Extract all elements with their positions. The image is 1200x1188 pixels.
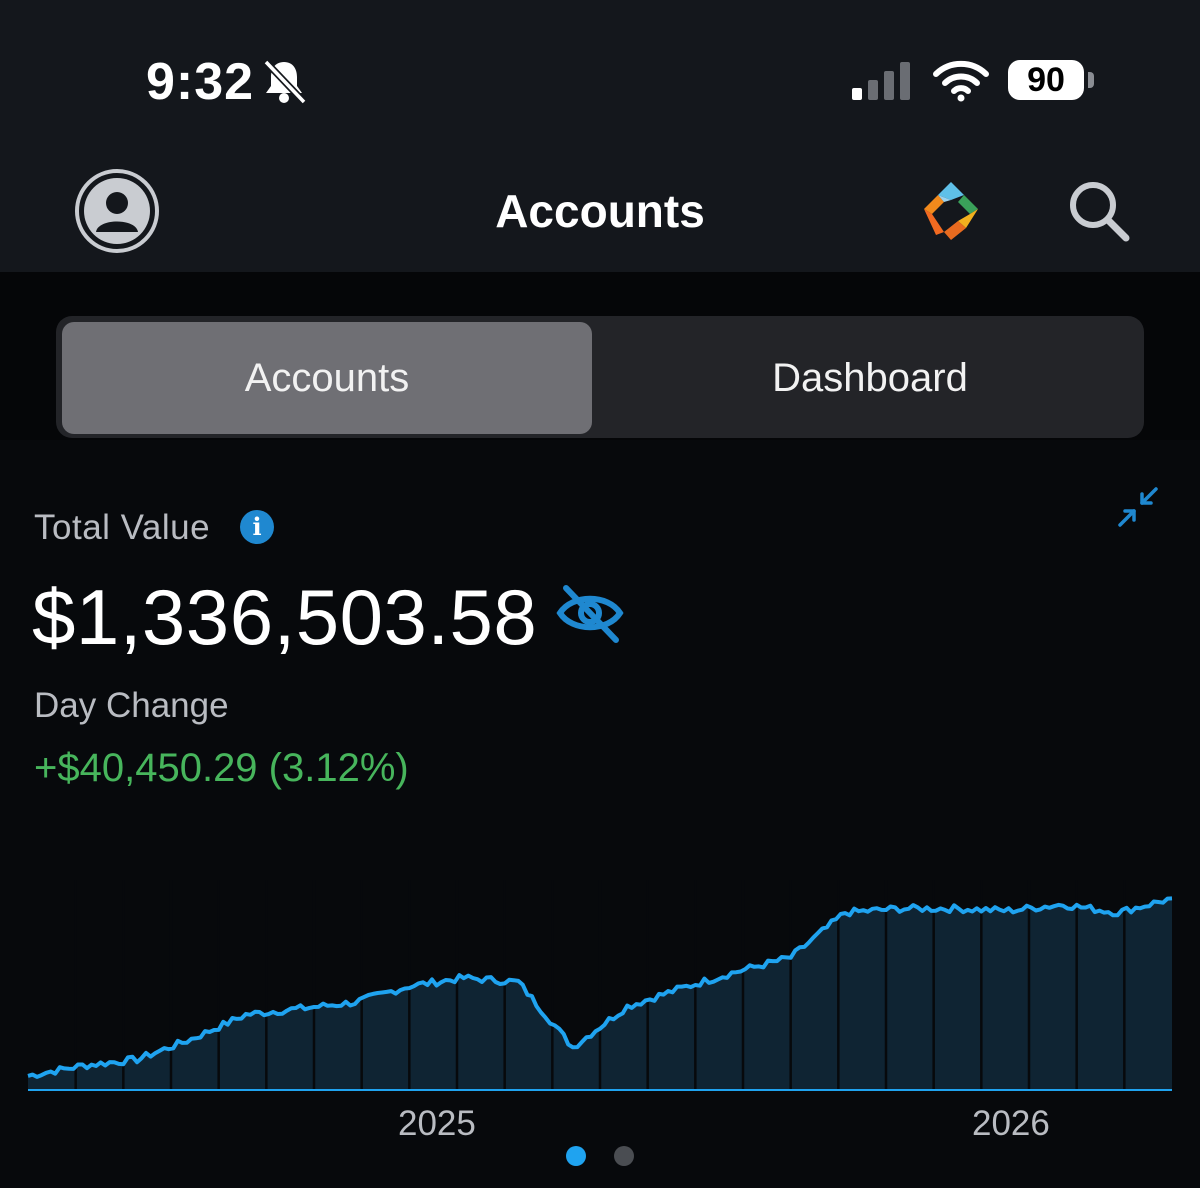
signal-icon [852,62,910,100]
day-change-label: Day Change [34,686,229,725]
x-tick-2025: 2025 [398,1104,476,1143]
tab-accounts[interactable]: Accounts [62,322,592,434]
battery-indicator: 90 [1008,60,1084,100]
total-value-label: Total Value [34,508,211,547]
x-tick-2026: 2026 [972,1104,1050,1143]
page-indicator-dot-2[interactable] [614,1146,634,1166]
portfolio-value-chart[interactable] [0,860,1200,1110]
tab-dashboard[interactable]: Dashboard [600,322,1140,434]
status-time: 9:32 [146,53,255,111]
wifi-icon [933,60,989,102]
total-value-amount: $1,336,503.58 [32,573,538,661]
day-change-value: +$40,450.29 (3.12%) [34,746,409,790]
brand-logo-icon[interactable] [918,180,984,242]
page-title: Accounts [495,185,705,237]
search-icon[interactable] [1066,178,1132,244]
info-icon[interactable]: i [240,510,274,544]
battery-tip [1088,72,1094,88]
page-indicator-dot-1[interactable] [566,1146,586,1166]
collapse-icon[interactable] [1116,486,1160,528]
hide-value-icon[interactable] [556,582,624,644]
bell-off-icon [263,59,306,104]
